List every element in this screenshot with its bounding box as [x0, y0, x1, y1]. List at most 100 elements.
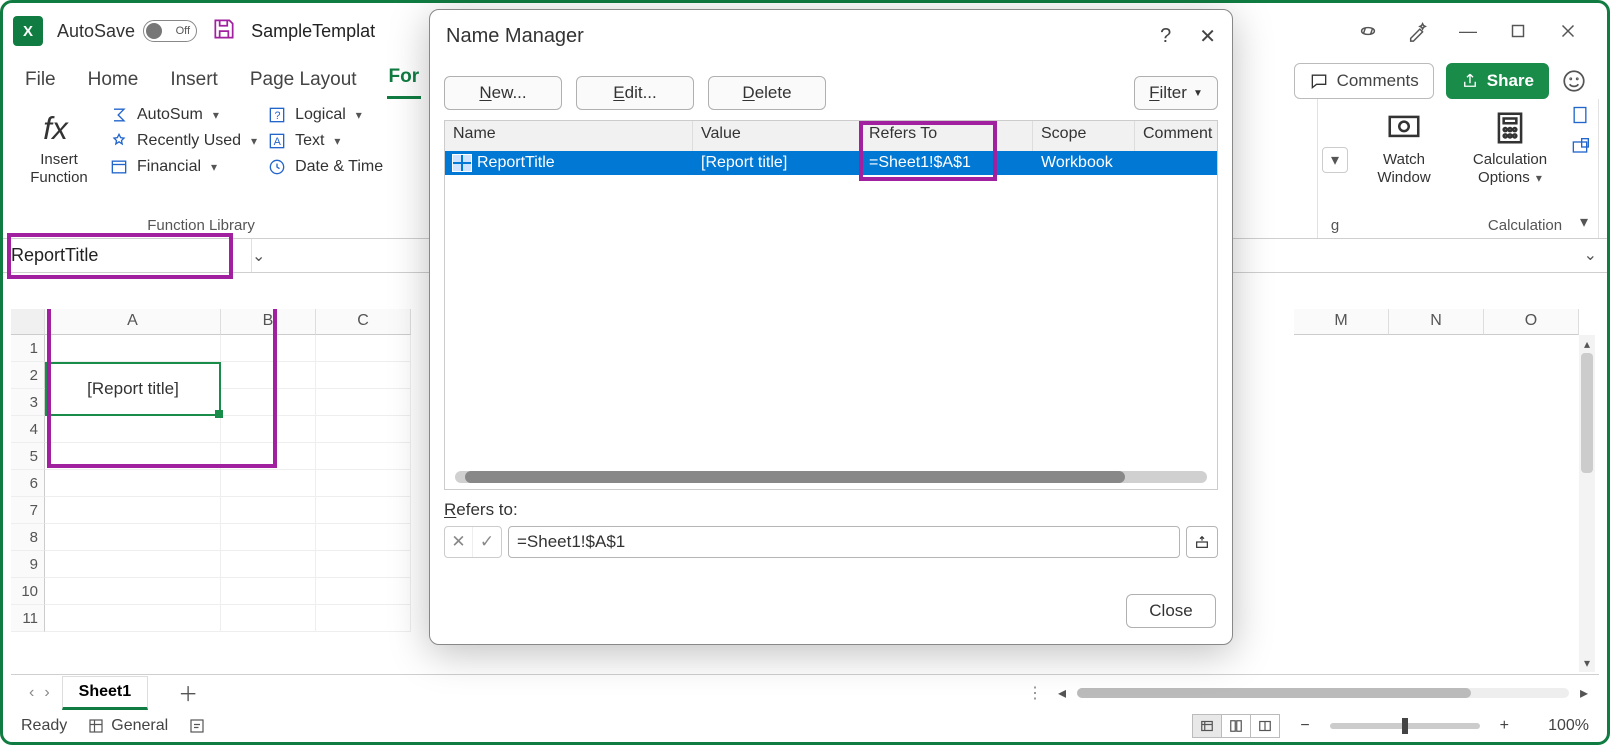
autosave-toggle[interactable]: Off	[143, 20, 197, 42]
ribbon-more-button[interactable]: ▾	[1322, 147, 1348, 173]
hscroll-left-icon[interactable]: ◂	[1053, 683, 1071, 703]
calc-options-button[interactable]: Calculation Options ▾	[1460, 105, 1560, 187]
sheet-options-icon[interactable]: ⋮	[1025, 683, 1043, 703]
function-library-caption: Function Library	[19, 215, 383, 234]
range-picker-icon[interactable]	[1186, 526, 1218, 558]
row-value: [Report title]	[693, 154, 861, 172]
col-header-c[interactable]: C	[316, 309, 411, 335]
dialog-title-bar[interactable]: Name Manager ? ✕	[430, 10, 1232, 62]
chevron-down-icon: ▾	[356, 108, 362, 122]
svg-text:fx: fx	[43, 110, 69, 146]
delete-button[interactable]: Delete	[708, 76, 826, 110]
dialog-close-icon[interactable]: ✕	[1199, 24, 1216, 49]
vscroll-thumb[interactable]	[1581, 353, 1593, 473]
maximize-button[interactable]	[1503, 16, 1533, 46]
watch-window-label: Watch Window	[1364, 151, 1444, 187]
close-button[interactable]: Close	[1126, 594, 1216, 628]
save-icon[interactable]	[211, 16, 237, 47]
autosave-state: Off	[174, 25, 194, 37]
recently-used-button[interactable]: Recently Used▾	[109, 131, 257, 151]
edit-button[interactable]: Edit...	[576, 76, 694, 110]
date-time-button[interactable]: Date & Time	[267, 157, 383, 177]
comments-button[interactable]: Comments	[1294, 63, 1434, 99]
col-value[interactable]: Value	[693, 121, 861, 151]
zoom-out-button[interactable]: −	[1300, 717, 1309, 735]
refers-cancel-accept: ✕ ✓	[444, 526, 502, 558]
name-box[interactable]	[3, 239, 251, 272]
refers-to-section: Refers to: ✕ ✓	[430, 490, 1232, 562]
watch-window-button[interactable]: Watch Window	[1364, 105, 1444, 187]
excel-icon: X	[13, 16, 43, 46]
accessibility-icon[interactable]	[188, 717, 206, 735]
col-header-n[interactable]: N	[1389, 309, 1484, 335]
col-refers[interactable]: Refers To	[861, 121, 1033, 151]
refers-accept-icon[interactable]: ✓	[473, 527, 501, 557]
sheet-tab-sheet1[interactable]: Sheet1	[62, 676, 148, 710]
names-list-row[interactable]: ReportTitle [Report title] =Sheet1!$A$1 …	[445, 151, 1217, 175]
names-list-hscroll-thumb[interactable]	[465, 471, 1125, 483]
row-refers: =Sheet1!$A$1	[861, 154, 1033, 172]
tab-formulas[interactable]: For	[387, 60, 422, 99]
col-header-m[interactable]: M	[1294, 309, 1389, 335]
filter-button[interactable]: Filter ▼	[1134, 76, 1218, 110]
zoom-in-button[interactable]: +	[1500, 717, 1509, 735]
col-comment[interactable]: Comment	[1135, 121, 1218, 151]
scroll-down-icon[interactable]: ▾	[1579, 654, 1595, 672]
refers-to-input[interactable]	[508, 526, 1180, 558]
horizontal-scrollbar[interactable]: ◂ ▸	[1053, 686, 1593, 700]
hscroll-right-icon[interactable]: ▸	[1575, 683, 1593, 703]
tab-page-layout[interactable]: Page Layout	[248, 63, 359, 99]
pen-sparkle-icon[interactable]	[1403, 16, 1433, 46]
names-list-header[interactable]: Name Value Refers To Scope Comment	[445, 121, 1217, 151]
col-header-b[interactable]: B	[221, 309, 316, 335]
sheet-nav-next[interactable]: ›	[44, 684, 49, 702]
calc-now-button[interactable]	[1570, 105, 1590, 125]
tab-insert[interactable]: Insert	[168, 63, 220, 99]
tab-home[interactable]: Home	[86, 63, 141, 99]
col-name[interactable]: Name	[445, 121, 693, 151]
svg-text:A: A	[274, 136, 282, 148]
autosave[interactable]: AutoSave Off	[57, 20, 197, 42]
col-header-o[interactable]: O	[1484, 309, 1579, 335]
insert-function-button[interactable]: fx Insert Function	[19, 105, 99, 187]
zoom-percent[interactable]: 100%	[1529, 717, 1589, 735]
row-headers[interactable]: 1 2 3 4 5 6 7 8 9 10 11	[11, 335, 45, 672]
zoom-slider-knob[interactable]	[1402, 718, 1408, 734]
status-general[interactable]: General	[87, 717, 168, 735]
chevron-down-icon: ▾	[251, 134, 257, 148]
tab-file[interactable]: File	[23, 63, 58, 99]
add-sheet-button[interactable]: ＋	[178, 678, 198, 707]
formula-expand-icon[interactable]: ⌄	[1584, 245, 1597, 265]
col-header-a[interactable]: A	[45, 309, 221, 335]
view-page-break-icon[interactable]	[1250, 714, 1280, 738]
hscroll-thumb[interactable]	[1077, 688, 1471, 698]
new-button[interactable]: New...	[444, 76, 562, 110]
minimize-button[interactable]: —	[1453, 16, 1483, 46]
chevron-down-icon: ▾	[1536, 171, 1542, 185]
autosum-button[interactable]: AutoSum▾	[109, 105, 257, 125]
dialog-help-icon[interactable]: ?	[1160, 25, 1171, 48]
collapse-ribbon-icon[interactable]: ▾	[1571, 212, 1597, 232]
toggle-knob	[146, 23, 162, 39]
copilot-icon[interactable]	[1353, 16, 1383, 46]
vertical-scrollbar[interactable]: ▴ ▾	[1579, 335, 1595, 672]
names-list[interactable]: Name Value Refers To Scope Comment Repor…	[444, 120, 1218, 490]
text-button[interactable]: A Text▾	[267, 131, 383, 151]
scroll-up-icon[interactable]: ▴	[1579, 335, 1595, 353]
zoom-slider[interactable]	[1330, 723, 1480, 729]
sheet-nav-prev[interactable]: ‹	[29, 684, 34, 702]
names-list-hscroll[interactable]	[455, 471, 1207, 483]
row-scope: Workbook	[1033, 154, 1135, 172]
close-button[interactable]	[1553, 16, 1583, 46]
logical-button[interactable]: ? Logical▾	[267, 105, 383, 125]
svg-text:?: ?	[275, 110, 281, 122]
refers-cancel-icon[interactable]: ✕	[445, 527, 473, 557]
share-button[interactable]: Share	[1446, 63, 1549, 99]
feedback-smile-icon[interactable]	[1561, 68, 1587, 94]
col-scope[interactable]: Scope	[1033, 121, 1135, 151]
view-normal-icon[interactable]	[1192, 714, 1222, 738]
calc-sheet-button[interactable]	[1570, 137, 1590, 157]
select-all-corner[interactable]	[11, 309, 45, 335]
view-page-layout-icon[interactable]	[1221, 714, 1251, 738]
financial-button[interactable]: Financial▾	[109, 157, 257, 177]
